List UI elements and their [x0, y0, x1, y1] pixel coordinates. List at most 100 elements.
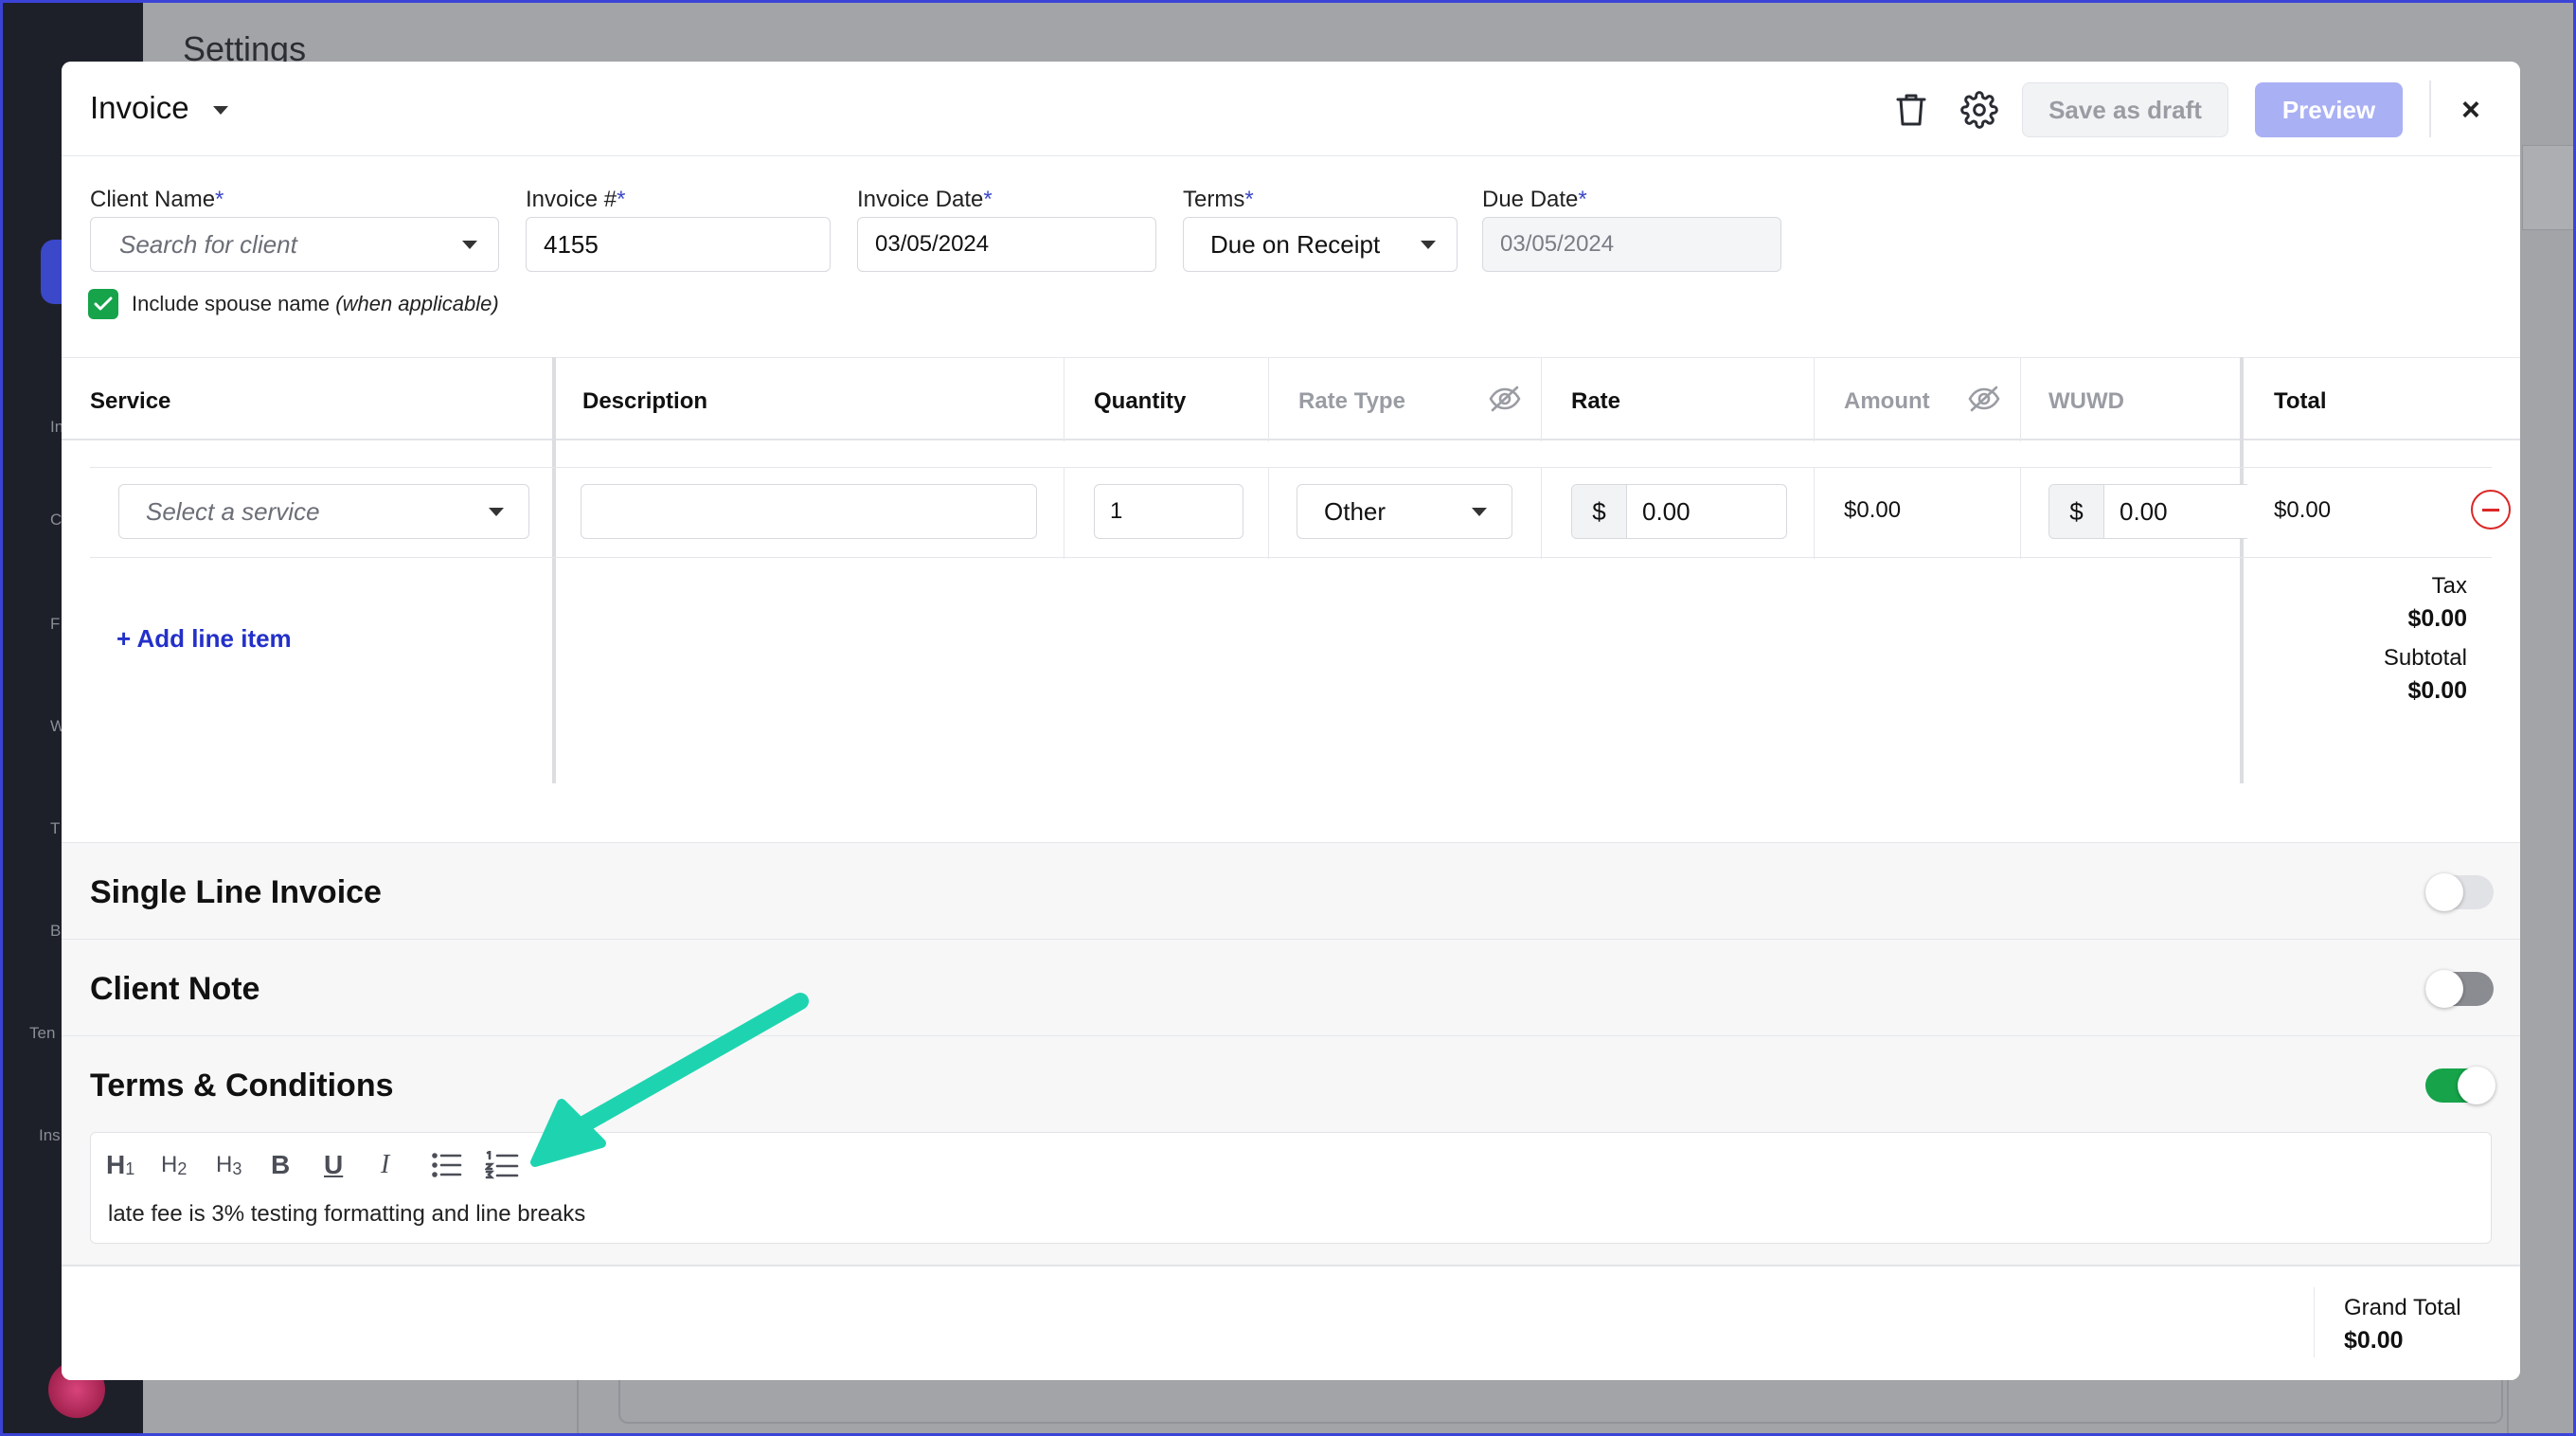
total-value: $0.00: [2274, 497, 2332, 523]
modal-footer: Grand Total $0.00: [62, 1265, 2520, 1380]
tax-label: Tax: [2431, 573, 2467, 599]
add-line-item-button[interactable]: + Add line item: [116, 624, 292, 654]
screenshot-frame: Settings In Cl F W T B Ten Ins Invoice S…: [0, 0, 2576, 1436]
column-service: Service: [90, 388, 171, 414]
currency-prefix: $: [2049, 485, 2104, 538]
bold-button[interactable]: B: [271, 1148, 290, 1182]
terms-conditions-toggle[interactable]: [2425, 1067, 2496, 1104]
terms-select[interactable]: Due on Receipt: [1183, 217, 1458, 272]
currency-prefix: $: [1572, 485, 1627, 538]
invoice-modal: Invoice Save as draft Preview × Client N…: [62, 62, 2520, 1380]
check-icon: [94, 296, 113, 311]
rate-type-select[interactable]: Other: [1297, 484, 1512, 539]
rate-input[interactable]: $ 0.00: [1571, 484, 1787, 539]
invoice-sections: Single Line Invoice Client Note Terms & …: [62, 842, 2520, 1333]
column-divider: [2020, 358, 2021, 441]
service-select[interactable]: Select a service: [118, 484, 529, 539]
heading-2-button[interactable]: H2: [161, 1148, 187, 1182]
subtotal-label: Subtotal: [2383, 645, 2467, 671]
column-quantity: Quantity: [1094, 388, 1187, 414]
sidebar-item-label[interactable]: F: [50, 615, 60, 634]
client-name-label: Client Name*: [90, 187, 224, 212]
heading-3-button[interactable]: H3: [216, 1148, 242, 1182]
underline-button[interactable]: U: [324, 1148, 343, 1182]
toggle-knob: [2425, 970, 2463, 1008]
line-items-header: Service Description Quantity Rate Type R…: [62, 357, 2520, 441]
terms-content: late fee is 3% testing formatting and li…: [108, 1201, 586, 1227]
due-date-field: 03/05/2024: [1482, 217, 1781, 272]
client-note-toggle[interactable]: [2425, 970, 2494, 1008]
column-divider: [1268, 468, 1269, 559]
wuwd-input[interactable]: $ 0.00: [2048, 484, 2247, 539]
chevron-down-icon: [1472, 508, 1487, 516]
invoice-number-label: Invoice #*: [526, 187, 626, 212]
wuwd-value: 0.00: [2120, 496, 2168, 526]
remove-line-icon[interactable]: [2471, 490, 2511, 530]
grand-total-value: $0.00: [2344, 1327, 2404, 1354]
trash-icon[interactable]: [1891, 90, 1931, 130]
section-title: Single Line Invoice: [90, 874, 382, 910]
sidebar-item-label[interactable]: Ten: [29, 1024, 55, 1043]
section-client-note: Client Note: [62, 939, 2520, 1035]
terms-label: Terms*: [1183, 187, 1254, 212]
sticky-column-divider: [2240, 357, 2244, 783]
rate-value: 0.00: [1642, 496, 1690, 526]
chevron-down-icon[interactable]: [213, 106, 228, 115]
column-divider: [2020, 468, 2021, 559]
preview-button[interactable]: Preview: [2255, 82, 2403, 137]
modal-header: Invoice Save as draft Preview ×: [62, 62, 2520, 156]
close-icon[interactable]: ×: [2461, 90, 2480, 130]
invoice-date-field[interactable]: 03/05/2024: [857, 217, 1156, 272]
subtotal-value: $0.00: [2407, 677, 2467, 704]
divider: [2314, 1287, 2315, 1357]
amount-value: $0.00: [1844, 497, 1902, 523]
sticky-column-divider: [552, 357, 556, 783]
column-divider: [1541, 468, 1542, 559]
modal-title[interactable]: Invoice: [90, 90, 189, 126]
column-wuwd: WUWD: [2048, 388, 2124, 414]
gear-icon[interactable]: [1959, 90, 1999, 130]
column-divider: [1541, 358, 1542, 441]
client-search-placeholder: Search for client: [119, 229, 297, 259]
toggle-knob: [2425, 873, 2463, 911]
column-divider: [1814, 468, 1815, 559]
eye-off-icon[interactable]: [1967, 385, 2001, 418]
column-rate-type: Rate Type: [1298, 388, 1405, 414]
invoice-number-field[interactable]: 4155: [526, 217, 831, 272]
section-single-line-invoice: Single Line Invoice: [62, 842, 2520, 939]
column-divider: [1268, 358, 1269, 441]
due-date-label: Due Date*: [1482, 187, 1587, 212]
chevron-down-icon: [462, 241, 477, 249]
eye-off-icon[interactable]: [1488, 385, 1522, 418]
rate-type-value: Other: [1324, 496, 1386, 526]
quantity-input[interactable]: 1: [1094, 484, 1243, 539]
terms-editor[interactable]: H1 H2 H3 B U I late fee is 3% testing fo…: [90, 1132, 2492, 1244]
sidebar-item-label[interactable]: Ins: [39, 1126, 61, 1145]
column-total: Total: [2274, 388, 2327, 414]
divider: [2429, 81, 2431, 137]
tax-value: $0.00: [2407, 605, 2467, 632]
column-divider: [1814, 358, 1815, 441]
italic-button[interactable]: I: [381, 1148, 389, 1182]
column-amount: Amount: [1844, 388, 1930, 414]
invoice-date-label: Invoice Date*: [857, 187, 993, 212]
section-title: Client Note: [90, 971, 260, 1007]
grand-total-label: Grand Total: [2344, 1295, 2461, 1320]
column-rate: Rate: [1571, 388, 1621, 414]
terms-value: Due on Receipt: [1210, 229, 1381, 259]
description-input[interactable]: [581, 484, 1037, 539]
client-search-select[interactable]: Search for client: [90, 217, 499, 272]
toggle-knob: [2458, 1067, 2496, 1104]
heading-1-button[interactable]: H1: [106, 1148, 134, 1182]
sidebar-item-label[interactable]: T: [50, 819, 60, 838]
include-spouse-label: Include spouse name (when applicable): [132, 292, 499, 315]
include-spouse-checkbox[interactable]: [88, 289, 118, 319]
column-description: Description: [582, 388, 708, 414]
background-card: [2522, 145, 2573, 230]
chevron-down-icon: [1421, 241, 1436, 249]
sidebar-item-label[interactable]: B: [50, 922, 61, 941]
numbered-list-icon[interactable]: [485, 1148, 519, 1182]
single-line-toggle[interactable]: [2425, 873, 2494, 911]
bullet-list-icon[interactable]: [432, 1148, 462, 1182]
save-draft-button[interactable]: Save as draft: [2022, 82, 2228, 137]
